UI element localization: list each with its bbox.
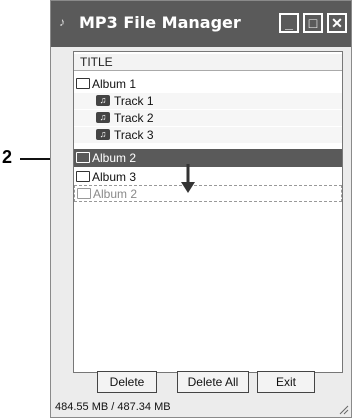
- maximize-button[interactable]: □: [303, 13, 323, 33]
- delete-all-button[interactable]: Delete All: [177, 371, 249, 393]
- mp3-file-manager-window: ♪ MP3 File Manager _ □ ✕ TITLE Album 1 ♫…: [50, 0, 352, 418]
- file-list-panel[interactable]: TITLE Album 1 ♫ Track 1 ♫ Track 2 ♫ Trac…: [73, 51, 343, 373]
- music-note-icon: ♫: [96, 112, 110, 123]
- music-note-icon: ♫: [96, 95, 110, 106]
- list-item-label: Album 1: [92, 77, 137, 91]
- folder-icon: [76, 152, 90, 163]
- list-item-label: Album 2: [92, 151, 137, 165]
- close-icon: ✕: [331, 15, 343, 31]
- list-item[interactable]: ♫ Track 1: [74, 93, 342, 109]
- window-title: MP3 File Manager: [79, 13, 241, 32]
- status-bar-capacity: 484.55 MB / 487.34 MB: [55, 401, 171, 413]
- delete-button[interactable]: Delete: [97, 371, 157, 393]
- folder-icon: [76, 171, 90, 182]
- list-item-label: Album 3: [92, 170, 137, 184]
- maximize-icon: □: [308, 15, 318, 31]
- resize-grip-icon[interactable]: [337, 403, 349, 415]
- exit-button[interactable]: Exit: [257, 371, 315, 393]
- list-item-label: Track 2: [114, 111, 154, 125]
- list-item-label: Track 3: [114, 128, 154, 142]
- down-arrow-icon: [181, 164, 195, 193]
- list-item[interactable]: ♫ Track 2: [74, 110, 342, 126]
- list-item-selected[interactable]: Album 2: [74, 149, 342, 167]
- minimize-button[interactable]: _: [279, 13, 299, 33]
- column-header-title[interactable]: TITLE: [74, 54, 342, 71]
- folder-icon: [77, 188, 91, 199]
- title-bar[interactable]: ♪ MP3 File Manager _ □ ✕: [51, 1, 351, 47]
- speaker-icon: ♪: [59, 15, 65, 29]
- list-item[interactable]: ♫ Track 3: [74, 127, 342, 143]
- list-item-label: Track 1: [114, 94, 154, 108]
- list-item[interactable]: Album 3: [74, 169, 342, 185]
- drag-ghost-item: Album 2: [74, 185, 342, 202]
- list-item-label: Album 2: [93, 187, 138, 201]
- list-item[interactable]: Album 1: [74, 76, 342, 92]
- close-button[interactable]: ✕: [327, 13, 347, 33]
- callout-number: 2: [2, 147, 13, 167]
- minimize-icon: _: [285, 15, 293, 31]
- music-note-icon: ♫: [96, 129, 110, 140]
- folder-icon: [76, 78, 90, 89]
